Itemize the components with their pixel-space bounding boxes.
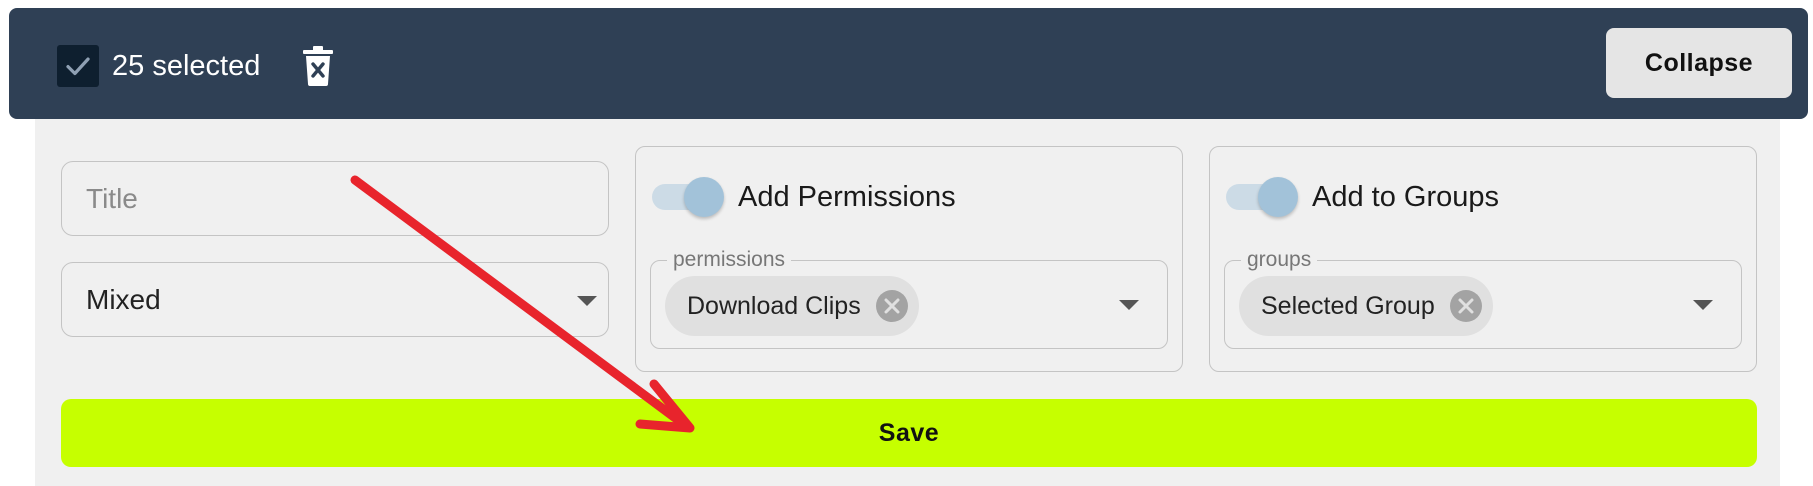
toggle-knob: [684, 177, 724, 217]
close-circle-icon[interactable]: [875, 289, 909, 323]
add-permissions-toggle[interactable]: [652, 177, 724, 217]
permissions-card: Add Permissions permissions Download Cli…: [635, 146, 1183, 372]
select-all-checkbox[interactable]: [57, 45, 99, 87]
caret-down-icon[interactable]: [1693, 300, 1713, 310]
save-button[interactable]: Save: [61, 399, 1757, 467]
groups-legend: groups: [1241, 247, 1318, 273]
mode-select[interactable]: Mixed: [61, 262, 609, 337]
toggle-knob: [1258, 177, 1298, 217]
permissions-select[interactable]: permissions Download Clips: [650, 247, 1168, 349]
add-to-groups-toggle[interactable]: [1226, 177, 1298, 217]
mode-select-value: Mixed: [86, 284, 161, 315]
add-permissions-label: Add Permissions: [738, 181, 956, 213]
caret-down-icon: [577, 296, 597, 306]
trash-icon[interactable]: [301, 46, 335, 86]
caret-down-icon[interactable]: [1119, 300, 1139, 310]
add-to-groups-label: Add to Groups: [1312, 181, 1499, 213]
permission-chip: Download Clips: [665, 276, 919, 336]
group-chip-label: Selected Group: [1261, 291, 1435, 320]
checkmark-icon: [66, 57, 90, 76]
close-circle-icon[interactable]: [1449, 289, 1483, 323]
permissions-legend: permissions: [667, 247, 792, 273]
bulk-action-toolbar: 25 selected Collapse: [9, 8, 1808, 119]
groups-select[interactable]: groups Selected Group: [1224, 247, 1742, 349]
groups-card: Add to Groups groups Selected Group: [1209, 146, 1757, 372]
selected-count-label: 25 selected: [112, 50, 261, 82]
permission-chip-label: Download Clips: [687, 291, 861, 320]
title-input[interactable]: [61, 161, 609, 236]
group-chip: Selected Group: [1239, 276, 1493, 336]
collapse-button[interactable]: Collapse: [1606, 28, 1792, 98]
